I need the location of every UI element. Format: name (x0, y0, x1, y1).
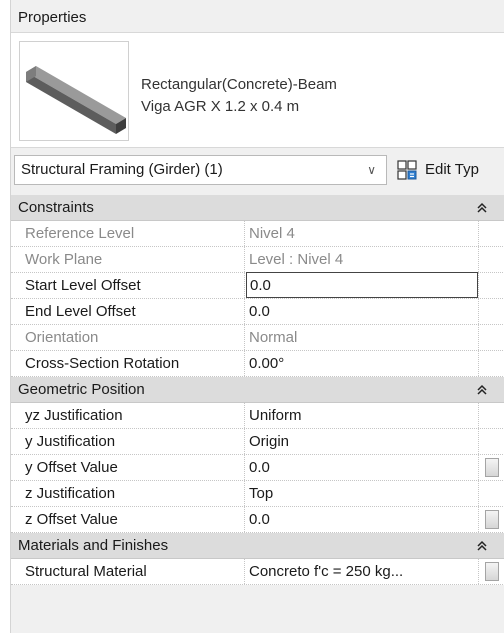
property-value: Level : Nivel 4 (249, 251, 344, 268)
property-name: y Justification (11, 429, 245, 454)
property-name: y Offset Value (11, 455, 245, 480)
instance-filter-value: Structural Framing (Girder) (1) (21, 161, 223, 178)
collapse-icon[interactable] (475, 201, 489, 215)
table-row: z Justification Top (11, 481, 504, 507)
section-geometric-position[interactable]: Geometric Position (11, 377, 504, 403)
table-row: Work Plane Level : Nivel 4 (11, 247, 504, 273)
property-name: z Justification (11, 481, 245, 506)
start-level-offset-input[interactable]: 0.0 (246, 272, 478, 298)
section-label: Materials and Finishes (18, 537, 169, 554)
table-row: Reference Level Nivel 4 (11, 221, 504, 247)
table-row: z Offset Value 0.0 (11, 507, 504, 533)
type-name: Viga AGR X 1.2 x 0.4 m (141, 98, 300, 115)
section-label: Geometric Position (18, 381, 145, 398)
collapse-icon[interactable] (475, 539, 489, 553)
property-name: Structural Material (11, 559, 245, 584)
properties-palette: Properties Rectangular(Concrete)-Beam Vi… (10, 0, 504, 633)
structural-material-field[interactable]: Concreto f'c = 250 kg... (246, 559, 478, 584)
palette-title: Properties (18, 9, 87, 26)
edit-type-icon (397, 160, 417, 180)
browse-material-button[interactable] (485, 562, 499, 581)
property-value: Normal (249, 329, 298, 346)
associate-parameter-button[interactable] (485, 510, 499, 529)
table-row: Cross-Section Rotation 0.00° (11, 351, 504, 377)
section-materials-finishes[interactable]: Materials and Finishes (11, 533, 504, 559)
property-name: yz Justification (11, 403, 245, 428)
instance-filter-row: Structural Framing (Girder) (1) ∨ Edit T… (11, 152, 504, 188)
property-name: Reference Level (11, 221, 245, 246)
edit-type-button[interactable]: Edit Typ (397, 155, 504, 185)
type-family-name: Rectangular(Concrete)-Beam (141, 76, 337, 93)
associate-parameter-button[interactable] (485, 458, 499, 477)
beam-thumbnail-icon (19, 41, 129, 141)
y-offset-input[interactable]: 0.0 (246, 455, 478, 480)
table-row: y Justification Origin (11, 429, 504, 455)
table-row: Orientation Normal (11, 325, 504, 351)
property-name: Orientation (11, 325, 245, 350)
cross-section-rotation-input[interactable]: 0.00° (246, 351, 478, 376)
table-row: Start Level Offset 0.0 (11, 272, 504, 299)
property-name: Cross-Section Rotation (11, 351, 245, 376)
table-row: End Level Offset 0.0 (11, 299, 504, 325)
property-name: Work Plane (11, 247, 245, 272)
property-value: Nivel 4 (249, 225, 295, 242)
y-justification-select[interactable]: Origin (246, 429, 478, 454)
section-label: Constraints (18, 199, 94, 216)
instance-filter-dropdown[interactable]: Structural Framing (Girder) (1) ∨ (14, 155, 387, 185)
section-constraints[interactable]: Constraints (11, 195, 504, 221)
collapse-icon[interactable] (475, 383, 489, 397)
yz-justification-select[interactable]: Uniform (246, 403, 478, 428)
z-offset-input[interactable]: 0.0 (246, 507, 478, 532)
property-name: End Level Offset (11, 299, 245, 324)
property-name: z Offset Value (11, 507, 245, 532)
table-row: Structural Material Concreto f'c = 250 k… (11, 559, 504, 585)
edit-type-label: Edit Typ (425, 161, 479, 178)
type-selector-header[interactable]: Rectangular(Concrete)-Beam Viga AGR X 1.… (11, 32, 504, 148)
table-row: yz Justification Uniform (11, 403, 504, 429)
property-name: Start Level Offset (11, 273, 245, 298)
properties-grid: Constraints Reference Level Nivel 4 Work… (11, 195, 504, 585)
z-justification-select[interactable]: Top (246, 481, 478, 506)
chevron-down-icon[interactable]: ∨ (367, 156, 376, 184)
table-row: y Offset Value 0.0 (11, 455, 504, 481)
end-level-offset-input[interactable]: 0.0 (246, 299, 478, 324)
